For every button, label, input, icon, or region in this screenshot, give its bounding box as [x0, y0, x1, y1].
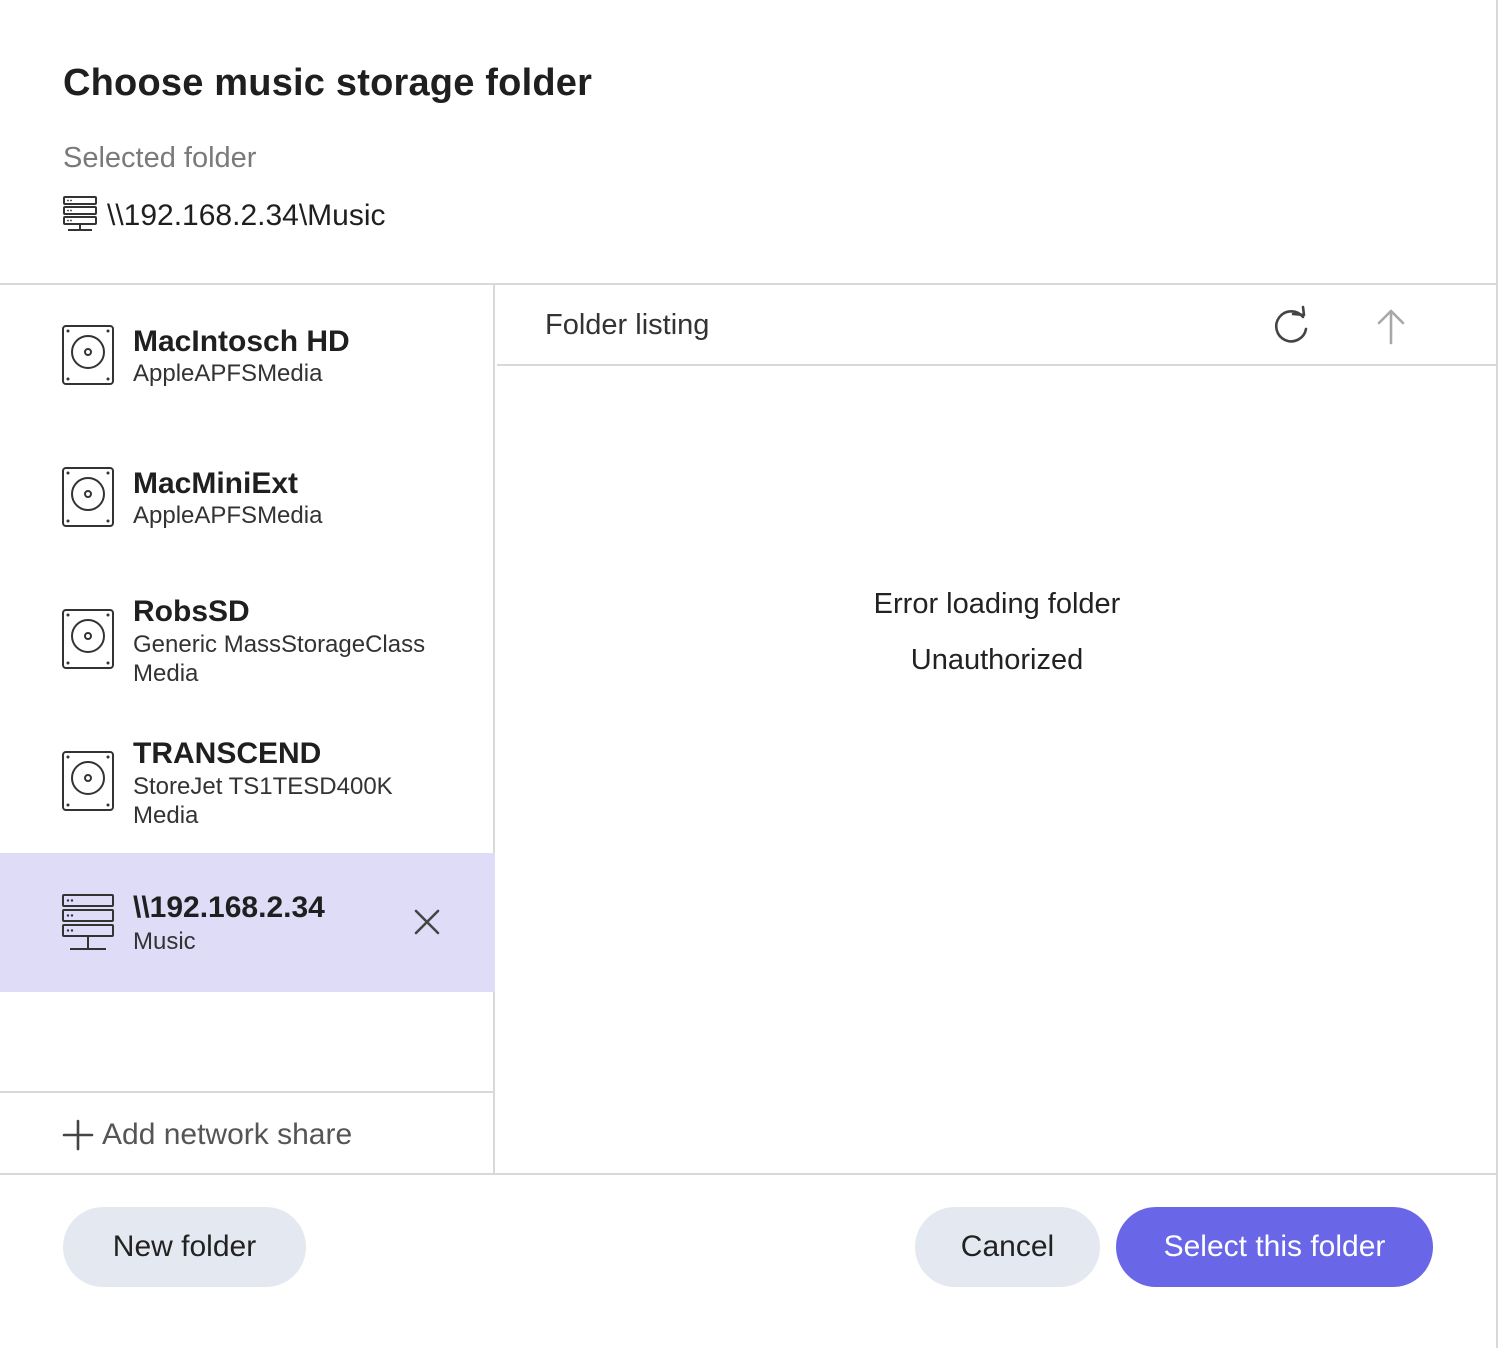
drive-subtitle: AppleAPFSMedia	[133, 502, 323, 529]
drive-item-network-share[interactable]: \\192.168.2.34 Music	[0, 853, 495, 992]
refresh-icon	[1274, 305, 1308, 343]
hard-drive-icon	[62, 751, 114, 816]
network-server-icon	[63, 195, 97, 238]
refresh-button[interactable]	[1269, 305, 1313, 349]
plus-icon	[62, 1119, 94, 1151]
selected-folder-path-text: \\192.168.2.34\Music	[107, 199, 386, 232]
drive-subtitle: StoreJet TS1TESD400K Media	[133, 773, 393, 829]
hard-drive-icon	[62, 325, 114, 390]
sidebar-divider	[0, 1091, 495, 1093]
add-network-share-button[interactable]: Add network share	[62, 1118, 352, 1152]
drive-subtitle: Music	[133, 928, 196, 955]
folder-listing-header: Folder listing	[497, 287, 1497, 366]
arrow-up-icon	[1377, 309, 1405, 345]
dialog-title: Choose music storage folder	[63, 62, 593, 104]
drive-subtitle: AppleAPFSMedia	[133, 360, 323, 387]
footer-divider	[0, 1173, 1498, 1175]
add-network-share-label: Add network share	[102, 1118, 353, 1151]
new-folder-button[interactable]: New folder	[63, 1207, 306, 1287]
parent-folder-button[interactable]	[1369, 305, 1413, 349]
folder-picker-dialog: Choose music storage folder Selected fol…	[0, 0, 1498, 1348]
selected-folder-label: Selected folder	[63, 142, 257, 174]
drive-name: MacIntosch HD	[133, 325, 350, 358]
cancel-button[interactable]: Cancel	[915, 1207, 1100, 1287]
drive-item-macintosch-hd[interactable]: MacIntosch HD AppleAPFSMedia	[0, 285, 495, 427]
close-icon	[414, 909, 440, 935]
drive-name: MacMiniExt	[133, 467, 299, 500]
error-detail: Unauthorized	[910, 644, 1084, 676]
drive-item-macminiext[interactable]: MacMiniExt AppleAPFSMedia	[0, 427, 495, 569]
selected-folder-path: \\192.168.2.34\Music	[63, 195, 386, 238]
drive-item-transcend[interactable]: TRANSCEND StoreJet TS1TESD400K Media	[0, 711, 495, 853]
drive-list-panel: MacIntosch HD AppleAPFSMedia MacMiniExt …	[0, 285, 495, 1173]
drive-name: TRANSCEND	[133, 737, 322, 770]
hard-drive-icon	[62, 609, 114, 674]
drive-item-robssd[interactable]: RobsSD Generic MassStorageClass Media	[0, 569, 495, 711]
error-title: Error loading folder	[873, 588, 1121, 620]
folder-listing-title: Folder listing	[545, 309, 710, 341]
remove-share-button[interactable]	[410, 905, 444, 939]
select-folder-button[interactable]: Select this folder	[1116, 1207, 1433, 1287]
network-server-icon	[62, 893, 114, 958]
drive-subtitle: Generic MassStorageClass Media	[133, 631, 426, 687]
drive-name: RobsSD	[133, 595, 250, 628]
hard-drive-icon	[62, 467, 114, 532]
drive-name: \\192.168.2.34	[133, 891, 325, 924]
